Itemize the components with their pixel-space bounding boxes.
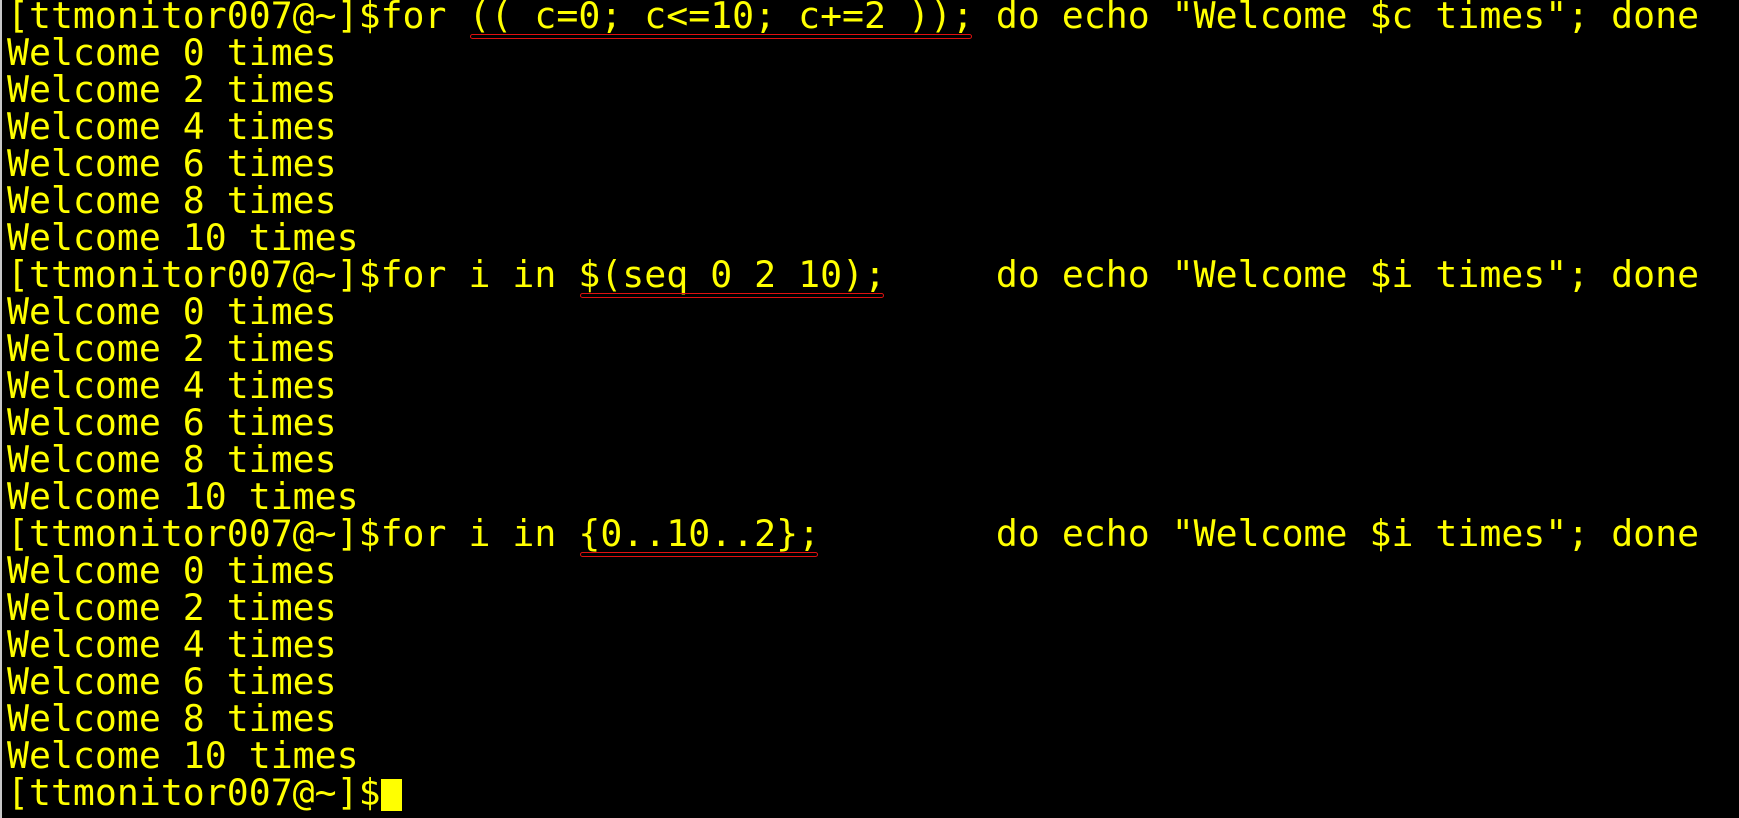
cursor-block	[380, 779, 402, 811]
window-edge	[0, 0, 2, 818]
command-line: [ttmonitor007@~]$for i in {0..10..2}; do…	[7, 512, 1700, 557]
output-line: Welcome 2 times	[7, 71, 1699, 108]
highlighted-loop-expression: {0..10..2};	[578, 512, 821, 557]
highlighted-loop-expression: (( c=0; c<=10; c+=2 ));	[468, 0, 974, 39]
command-line: [ttmonitor007@~]$for (( c=0; c<=10; c+=2…	[7, 0, 1700, 39]
output-line: Welcome 4 times	[7, 367, 1699, 404]
prompt-text: [ttmonitor007@~]$	[7, 771, 381, 814]
output-line: Welcome 4 times	[7, 108, 1699, 145]
output-line: Welcome 10 times	[7, 219, 1699, 256]
output-line: Welcome 10 times	[7, 737, 1699, 774]
output-line: Welcome 8 times	[7, 182, 1699, 219]
output-line: Welcome 6 times	[7, 404, 1699, 441]
command-line: [ttmonitor007@~]$for i in $(seq 0 2 10);…	[7, 253, 1700, 298]
output-line: Welcome 8 times	[7, 700, 1699, 737]
output-line: Welcome 0 times	[7, 552, 1699, 589]
output-line: Welcome 10 times	[7, 478, 1699, 515]
output-line: Welcome 6 times	[7, 663, 1699, 700]
output-line: Welcome 8 times	[7, 441, 1699, 478]
terminal-output[interactable]: [ttmonitor007@~]$for (( c=0; c<=10; c+=2…	[7, 0, 1699, 811]
output-line: Welcome 2 times	[7, 330, 1699, 367]
command-suffix: do echo "Welcome $i times"; done	[886, 253, 1700, 296]
output-line: Welcome 2 times	[7, 589, 1699, 626]
output-line: Welcome 6 times	[7, 145, 1699, 182]
output-line: Welcome 4 times	[7, 626, 1699, 663]
command-suffix: do echo "Welcome $c times"; done	[973, 0, 1700, 37]
command-suffix: do echo "Welcome $i times"; done	[820, 512, 1700, 555]
output-line: Welcome 0 times	[7, 34, 1699, 71]
highlighted-loop-expression: $(seq 0 2 10);	[578, 253, 887, 298]
shell-prompt: [ttmonitor007@~]$	[7, 774, 1699, 811]
output-line: Welcome 0 times	[7, 293, 1699, 330]
